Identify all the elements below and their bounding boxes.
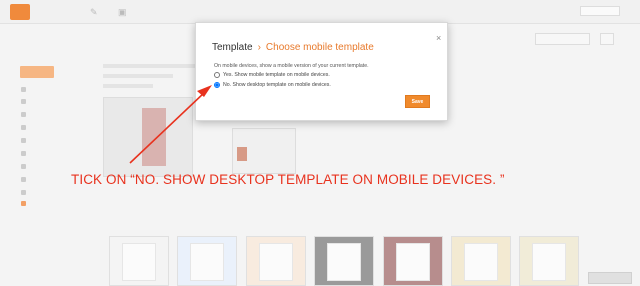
template-thumbnail[interactable] [519,236,579,286]
sidebar-item-icon [21,151,26,156]
sidebar-item[interactable] [21,176,26,183]
option-yes[interactable]: Yes. Show mobile template on mobile devi… [214,72,330,78]
top-bar: ✎ ▣ [0,0,640,24]
annotation-text: TICK ON “NO. SHOW DESKTOP TEMPLATE ON MO… [71,172,505,187]
option-no-radio[interactable] [214,82,220,88]
breadcrumb: Template › Choose mobile template [212,42,374,53]
template-thumbnail[interactable] [109,236,169,286]
mobile-preview-thumbnail[interactable] [232,128,296,174]
sidebar-item[interactable] [21,111,26,118]
blurred-text-line [103,84,153,88]
option-yes-label: Yes. Show mobile template on mobile devi… [223,72,330,78]
template-thumbnail[interactable] [383,236,443,286]
sidebar-item-icon [21,99,26,104]
blurred-text-line [103,74,173,78]
option-no[interactable]: No. Show desktop template on mobile devi… [214,82,331,88]
template-thumbnail[interactable] [177,236,237,286]
template-thumbnail[interactable] [246,236,306,286]
save-button[interactable]: Save [405,95,430,108]
backup-restore-button[interactable] [535,33,590,45]
logo-icon[interactable] [10,4,30,20]
sidebar [0,25,80,225]
sidebar-item[interactable] [21,124,26,131]
template-thumbnail[interactable] [451,236,511,286]
preview-content [142,108,166,166]
sidebar-item[interactable] [21,189,26,196]
sidebar-item[interactable] [21,98,26,105]
sidebar-item[interactable] [21,163,26,170]
account-area[interactable] [580,6,620,16]
template-card [122,243,156,281]
sidebar-item[interactable] [21,86,26,93]
mobile-template-dialog: Template › Choose mobile template × On m… [195,22,448,121]
dialog-title: Choose mobile template [265,42,374,53]
sidebar-item-icon [21,138,26,143]
template-card [259,243,293,281]
dialog-description: On mobile devices, show a mobile version… [214,63,369,69]
breadcrumb-template[interactable]: Template [212,42,253,53]
option-no-label: No. Show desktop template on mobile devi… [223,82,331,88]
sidebar-item-icon [21,87,26,92]
option-yes-radio[interactable] [214,72,220,78]
template-card [327,243,361,281]
sidebar-item[interactable] [21,150,26,157]
preview-content [237,147,247,161]
template-card [464,243,498,281]
blurred-text-line [103,64,198,68]
sidebar-item-icon [21,164,26,169]
sidebar-item-icon [21,201,26,206]
sidebar-item-icon [21,190,26,195]
breadcrumb-separator: › [257,42,261,53]
desktop-preview-thumbnail[interactable] [103,97,193,177]
sidebar-item-icon [21,112,26,117]
sidebar-item-icon [21,177,26,182]
close-icon[interactable]: × [436,33,441,43]
settings-button[interactable] [600,33,614,45]
sidebar-item-template[interactable] [21,200,26,207]
template-card [532,243,566,281]
sidebar-item-icon [21,125,26,130]
template-card [190,243,224,281]
feedback-button[interactable] [588,272,632,284]
template-card [396,243,430,281]
sidebar-item[interactable] [21,137,26,144]
copy-icon[interactable]: ▣ [118,7,128,17]
template-thumbnail[interactable] [314,236,374,286]
new-post-button[interactable] [20,66,54,78]
pencil-icon[interactable]: ✎ [90,7,100,17]
